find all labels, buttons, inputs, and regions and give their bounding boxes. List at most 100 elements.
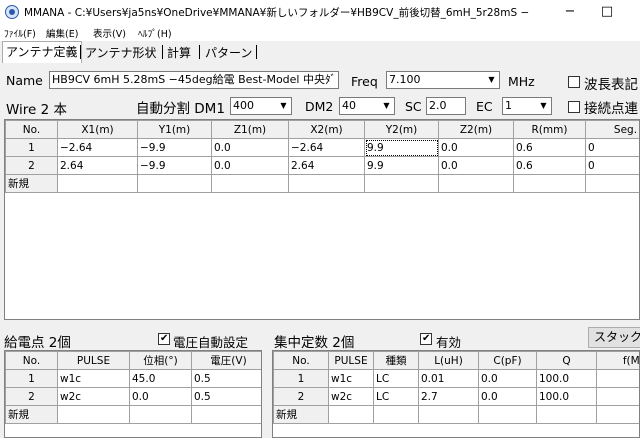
table-cell[interactable]: 0.0 [438,156,514,175]
ec-select[interactable]: 1 ▼ [502,97,552,115]
column-header: Seg. [585,120,639,139]
enabled-checkbox[interactable] [420,332,432,345]
dm2-select[interactable]: 40 ▼ [339,97,395,115]
table-cell[interactable]: 0.0 [211,138,289,157]
table-cell[interactable]: 0.0 [478,387,537,406]
table-cell[interactable]: 0.5 [191,369,261,388]
tab-bar: アンテナ定義 アンテナ形状 計算 パターン [0,41,640,63]
menu-edit[interactable]: 編集(E) [46,26,78,40]
table-cell[interactable]: 45.0 [129,369,192,388]
connect-checkbox[interactable] [568,101,580,113]
table-cell[interactable]: 2.7 [418,387,479,406]
table-cell[interactable]: w1c [57,369,130,388]
column-header: No. [5,351,58,370]
table-cell[interactable] [211,174,289,193]
table-cell[interactable]: 2.64 [288,156,365,175]
table-row[interactable]: 2 w2c 0.0 0.5 [5,387,261,406]
minimize-button[interactable]: − [560,3,580,21]
table-cell[interactable] [513,174,586,193]
dm1-select[interactable]: 400 ▼ [230,97,292,115]
wavelength-checkbox[interactable] [568,76,580,88]
table-cell[interactable] [328,405,374,424]
sc-input[interactable]: 2.0 [426,97,466,115]
sc-label: SC [405,99,422,114]
table-cell[interactable]: w1c [328,369,374,388]
table-cell[interactable]: 0.01 [418,369,479,388]
table-cell[interactable]: 2.64 [57,156,138,175]
tab-divider [162,45,163,59]
stack-button[interactable]: スタック [588,327,640,348]
new-row[interactable]: 新規 [5,174,639,193]
table-cell[interactable] [373,405,419,424]
table-cell[interactable] [137,174,212,193]
table-cell[interactable]: −2.64 [57,138,138,157]
table-cell[interactable]: 0.5 [191,387,261,406]
table-cell[interactable] [57,405,130,424]
tab-antenna-definition[interactable]: アンテナ定義 [2,41,82,63]
table-cell[interactable]: w2c [328,387,374,406]
row-number[interactable]: 2 [5,387,58,406]
table-cell[interactable] [438,174,514,193]
table-cell[interactable]: 0.0 [211,156,289,175]
table-cell[interactable]: −2.64 [288,138,365,157]
new-row[interactable]: 新規 [273,405,639,424]
table-cell[interactable]: −9.9 [137,138,212,157]
new-row[interactable]: 新規 [5,405,261,424]
table-cell[interactable] [536,405,597,424]
row-number[interactable]: 1 [273,369,329,388]
name-input[interactable]: HB9CV 6mH 5.28mS −45deg給電 Best-Model 中央ﾀ… [49,71,339,89]
table-row[interactable]: 1 −2.64 −9.9 0.0 −2.64 9.9 0.0 0.6 0 [5,138,639,157]
row-number[interactable]: 1 [5,138,58,157]
table-cell[interactable]: w2c [57,387,130,406]
table-cell[interactable]: 100.0 [536,387,597,406]
table-cell[interactable] [585,174,639,193]
table-row[interactable]: 1 w1c LC 0.01 0.0 100.0 [273,369,639,388]
table-cell[interactable] [288,174,365,193]
load-grid[interactable]: No. PULSE 種類 L(uH) C(pF) Q f(MHz) 1 w1c … [272,350,640,438]
menu-view[interactable]: 表示(V) [93,26,126,40]
table-cell[interactable] [364,174,439,193]
load-table: No. PULSE 種類 L(uH) C(pF) Q f(MHz) 1 w1c … [273,351,639,424]
wire-grid[interactable]: No. X1(m) Y1(m) Z1(m) X2(m) Y2(m) Z2(m) … [4,119,640,320]
table-cell[interactable]: 100.0 [536,369,597,388]
tab-calculation[interactable]: 計算 [164,43,194,62]
table-cell[interactable] [478,405,537,424]
table-cell[interactable]: 9.9 [364,138,439,157]
menu-file[interactable]: ﾌｧｲﾙ(F) [4,26,36,40]
new-row-label[interactable]: 新規 [273,405,329,424]
table-cell[interactable]: LC [373,387,419,406]
table-cell[interactable]: 0.0 [478,369,537,388]
table-cell[interactable]: −9.9 [137,156,212,175]
row-number[interactable]: 2 [273,387,329,406]
row-number[interactable]: 2 [5,156,58,175]
table-cell[interactable]: LC [373,369,419,388]
table-row[interactable]: 2 w2c LC 2.7 0.0 100.0 [273,387,639,406]
table-cell[interactable]: 0 [585,138,639,157]
table-cell[interactable] [596,387,639,406]
table-row[interactable]: 1 w1c 45.0 0.5 [5,369,261,388]
new-row-label[interactable]: 新規 [5,405,58,424]
table-cell[interactable]: 0.0 [438,138,514,157]
table-cell[interactable] [191,405,261,424]
auto-voltage-checkbox[interactable] [158,332,170,345]
new-row-label[interactable]: 新規 [5,174,58,193]
table-cell[interactable] [418,405,479,424]
menu-help[interactable]: ﾍﾙﾌﾟ(H) [138,26,172,40]
tab-antenna-shape[interactable]: アンテナ形状 [82,43,160,62]
table-cell[interactable]: 9.9 [364,156,439,175]
column-header: PULSE [57,351,130,370]
table-cell[interactable] [596,405,639,424]
table-row[interactable]: 2 2.64 −9.9 0.0 2.64 9.9 0.0 0.6 0 [5,156,639,175]
table-cell[interactable]: 0.6 [513,156,586,175]
row-number[interactable]: 1 [5,369,58,388]
table-cell[interactable]: 0.6 [513,138,586,157]
freq-select[interactable]: 7.100 ▼ [386,71,500,89]
table-cell[interactable] [129,405,192,424]
table-cell[interactable] [57,174,138,193]
feed-grid[interactable]: No. PULSE 位相(°) 電圧(V) 1 w1c 45.0 0.5 2 w… [4,350,262,438]
tab-pattern[interactable]: パターン [202,43,255,62]
maximize-button[interactable]: □ [597,3,617,21]
table-cell[interactable]: 0 [585,156,639,175]
table-cell[interactable]: 0.0 [129,387,192,406]
table-cell[interactable] [596,369,639,388]
